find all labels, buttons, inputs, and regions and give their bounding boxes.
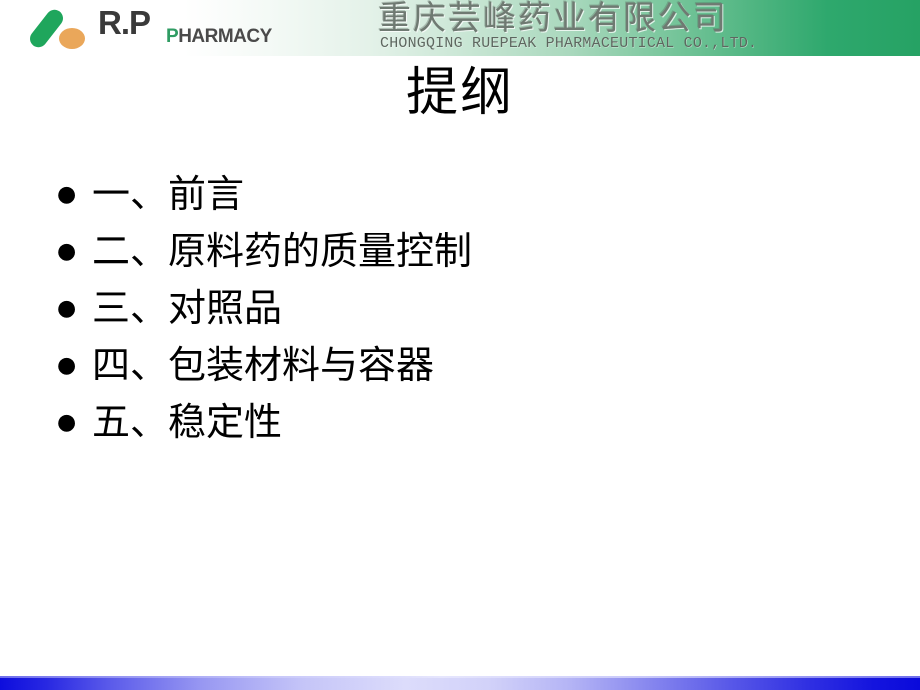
bullet-icon: ● xyxy=(57,296,77,321)
list-item: ● 二、原料药的质量控制 xyxy=(50,223,840,280)
list-item: ● 四、包装材料与容器 xyxy=(50,337,840,394)
list-item: ● 五、稳定性 xyxy=(50,394,840,451)
company-name-english: CHONGQING RUEPEAK PHARMACEUTICAL CO.,LTD… xyxy=(380,35,758,52)
logo-brand-subtext-rest: HARMACY xyxy=(178,26,272,47)
list-item-label: 五、稳定性 xyxy=(92,400,283,444)
bullet-icon: ● xyxy=(57,353,77,378)
list-item-label: 四、包装材料与容器 xyxy=(92,343,435,387)
bullet-icon: ● xyxy=(57,239,77,264)
page-title: 提纲 xyxy=(405,63,514,123)
outline-list: ● 一、前言 ● 二、原料药的质量控制 ● 三、对照品 ● 四、包装材料与容器 … xyxy=(50,166,840,451)
bullet-icon: ● xyxy=(57,182,77,207)
list-item: ● 三、对照品 xyxy=(50,280,840,337)
logo-brand-subtext: PHARMACY xyxy=(166,27,272,46)
slide-header-band: R.P PHARMACY 重庆芸峰药业有限公司 CHONGQING RUEPEA… xyxy=(0,0,920,56)
presentation-slide: R.P PHARMACY 重庆芸峰药业有限公司 CHONGQING RUEPEA… xyxy=(0,0,920,690)
company-logo: R.P PHARMACY xyxy=(14,4,294,54)
bullet-icon: ● xyxy=(57,410,77,435)
list-item-label: 三、对照品 xyxy=(92,286,283,330)
logo-brand-subtext-initial: P xyxy=(166,26,179,47)
company-name-chinese: 重庆芸峰药业有限公司 xyxy=(378,1,728,37)
logo-brand-text: R.P xyxy=(98,4,151,41)
list-item-label: 一、前言 xyxy=(92,172,245,216)
footer-accent-bar xyxy=(0,678,920,690)
pill-dot-icon xyxy=(59,28,85,49)
list-item-label: 二、原料药的质量控制 xyxy=(92,229,473,273)
list-item: ● 一、前言 xyxy=(50,166,840,223)
